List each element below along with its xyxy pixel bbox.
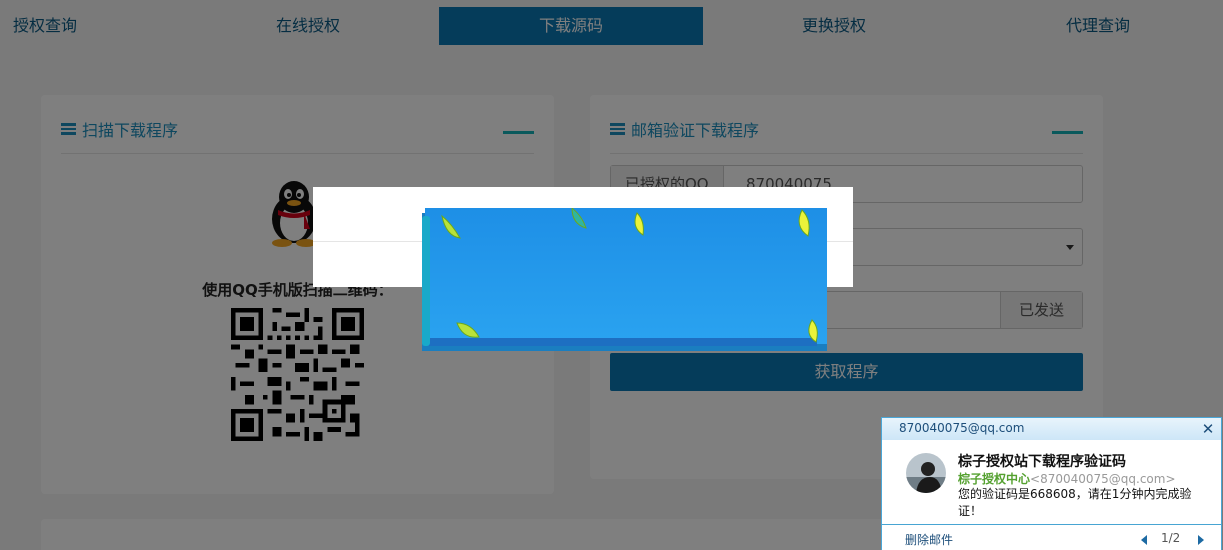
notification-footer: 删除邮件 1/2 — [882, 524, 1221, 550]
close-icon[interactable]: ✕ — [1201, 420, 1215, 438]
notification-sender: 棕子授权中心<870040075@qq.com> — [958, 470, 1176, 487]
notification-pager: 1/2 — [1161, 531, 1181, 545]
notification-header: 870040075@qq.com ✕ — [882, 418, 1221, 440]
prev-arrow-icon[interactable] — [1141, 535, 1147, 545]
loading-image — [422, 208, 827, 351]
notification-subject[interactable]: 棕子授权站下载程序验证码 — [958, 451, 1126, 471]
next-arrow-icon[interactable] — [1198, 535, 1204, 545]
notification-account: 870040075@qq.com — [899, 421, 1025, 435]
avatar — [906, 453, 946, 493]
delete-mail-link[interactable]: 删除邮件 — [905, 531, 953, 548]
notification-body: 您的验证码是668608，请在1分钟内完成验证！ — [958, 487, 1192, 518]
sender-email: <870040075@qq.com> — [1030, 472, 1176, 486]
sender-name: 棕子授权中心 — [958, 472, 1031, 486]
email-notification-popup: 870040075@qq.com ✕ 棕子授权站下载程序验证码 棕子授权中心<8… — [881, 417, 1222, 550]
